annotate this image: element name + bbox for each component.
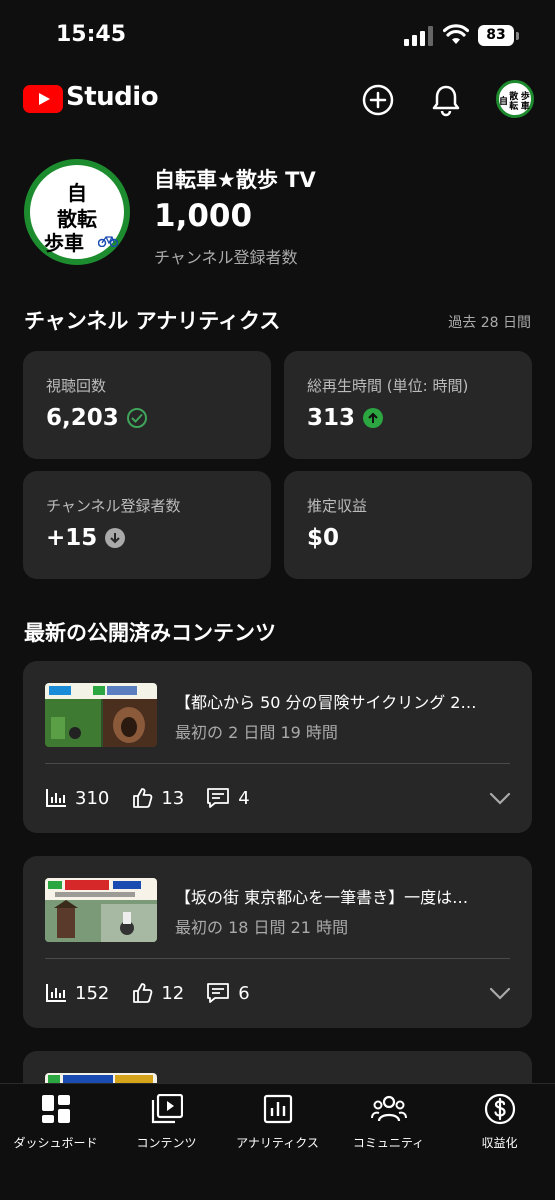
video-stats: 152 12 6 — [45, 982, 272, 1004]
channel-avatar[interactable]: 自 散転 歩車 — [24, 159, 130, 265]
nav-monetization-label: 収益化 — [481, 1136, 518, 1150]
video-title[interactable]: 【都心から 50 分の冒険サイクリング 2… — [175, 689, 515, 713]
views-label: 視聴回数 — [46, 377, 107, 395]
nav-dashboard[interactable]: ダッシュボード — [0, 1092, 111, 1151]
expand-button[interactable] — [486, 785, 514, 813]
chevron-down-icon — [489, 987, 511, 1000]
comment-icon — [207, 983, 230, 1003]
likes-stat: 12 — [131, 982, 184, 1004]
likes-stat: 13 — [131, 787, 184, 809]
nav-community[interactable]: コミュニティ — [333, 1092, 444, 1151]
revenue-card[interactable]: 推定収益 $0 — [284, 471, 532, 579]
check-icon — [126, 408, 147, 428]
monetization-icon — [484, 1093, 515, 1125]
bar-chart-icon — [46, 984, 66, 1002]
create-button[interactable] — [358, 80, 398, 120]
likes-count: 13 — [161, 787, 185, 809]
video-thumbnail[interactable] — [45, 683, 157, 747]
subscriber-label: チャンネル登録者数 — [154, 248, 298, 267]
watch-time-value-row: 313 — [307, 405, 384, 431]
nav-monetization[interactable]: 収益化 — [444, 1092, 555, 1151]
nav-analytics[interactable]: アナリティクス — [222, 1092, 333, 1151]
analytics-period: 過去 28 日間 — [448, 315, 531, 331]
arrow-down-icon — [105, 528, 126, 548]
content-icon — [151, 1094, 183, 1124]
watch-time-value: 313 — [307, 405, 356, 431]
views-stat: 152 — [45, 983, 109, 1004]
watch-time-label: 総再生時間 (単位: 時間) — [307, 377, 469, 395]
subscribers-card-label: チャンネル登録者数 — [46, 497, 181, 515]
comments-stat: 6 — [206, 982, 250, 1004]
dashboard-icon — [41, 1095, 70, 1123]
views-count: 310 — [75, 787, 110, 809]
nav-community-label: コミュニティ — [352, 1136, 425, 1150]
latest-content-title: 最新の公開済みコンテンツ — [24, 621, 276, 645]
video-period: 最初の 18 日間 21 時間 — [175, 918, 349, 937]
comments-count: 6 — [238, 982, 250, 1004]
channel-summary: 自 散転 歩車 自転車★散歩 TV 1,000 チャンネル登録者数 — [0, 150, 555, 280]
bottom-navigation: ダッシュボード コンテンツ アナリティクス コミュニティ 収益化 — [0, 1083, 555, 1200]
watch-time-card[interactable]: 総再生時間 (単位: 時間) 313 — [284, 351, 532, 459]
video-title[interactable]: 【坂の街 東京都心を一筆書き】一度は… — [175, 884, 515, 908]
video-period: 最初の 2 日間 19 時間 — [175, 723, 338, 742]
battery-indicator: 83 — [478, 25, 520, 46]
channel-name: 自転車★散歩 TV — [154, 168, 316, 192]
analytics-title: チャンネル アナリティクス — [24, 309, 281, 333]
comments-count: 4 — [238, 787, 250, 809]
nav-content[interactable]: コンテンツ — [111, 1092, 222, 1151]
subscribers-card[interactable]: チャンネル登録者数 +15 — [23, 471, 271, 579]
subscribers-value: +15 — [46, 525, 98, 551]
nav-analytics-label: アナリティクス — [236, 1136, 319, 1150]
video-card[interactable]: 【都心から 50 分の冒険サイクリング 2… 最初の 2 日間 19 時間 31… — [23, 661, 532, 833]
status-time: 15:45 — [56, 22, 127, 47]
likes-count: 12 — [161, 982, 185, 1004]
views-value: 6,203 — [46, 405, 119, 431]
bell-icon — [432, 85, 460, 117]
status-bar: 15:45 83 — [0, 0, 555, 70]
battery-tip — [516, 32, 519, 40]
channel-avatar-text-1: 自 — [67, 181, 87, 205]
revenue-label: 推定収益 — [307, 497, 368, 515]
app-header: Studio 自 散転 歩車 — [0, 72, 555, 128]
thumbs-up-icon — [133, 788, 153, 808]
channel-avatar-text-3: 歩車 — [44, 231, 84, 255]
studio-label[interactable]: Studio — [66, 82, 159, 112]
community-icon — [370, 1095, 407, 1122]
nav-dashboard-label: ダッシュボード — [13, 1136, 98, 1150]
divider — [45, 763, 510, 764]
views-stat: 310 — [45, 788, 109, 809]
comments-stat: 4 — [206, 787, 250, 809]
thumbs-up-icon — [133, 983, 153, 1003]
subscribers-value-row: +15 — [46, 525, 126, 551]
cellular-signal-icon — [404, 26, 433, 46]
subscriber-count: 1,000 — [154, 198, 253, 234]
video-thumbnail[interactable] — [45, 878, 157, 942]
youtube-logo-icon[interactable] — [23, 85, 63, 113]
revenue-value: $0 — [307, 525, 340, 551]
arrow-up-icon — [363, 408, 384, 428]
views-count: 152 — [75, 982, 110, 1004]
bar-chart-icon — [46, 789, 66, 807]
avatar-text-3: 歩車 — [520, 92, 530, 112]
notifications-button[interactable] — [426, 80, 466, 120]
views-value-row: 6,203 — [46, 405, 147, 431]
divider — [45, 958, 510, 959]
create-plus-icon — [362, 84, 394, 116]
video-card[interactable]: 【坂の街 東京都心を一筆書き】一度は… 最初の 18 日間 21 時間 152 … — [23, 856, 532, 1028]
chevron-down-icon — [489, 792, 511, 805]
account-avatar[interactable]: 自 散転 歩車 — [496, 80, 534, 118]
battery-level: 83 — [478, 25, 514, 46]
comment-icon — [207, 788, 230, 808]
avatar-text-1: 自 — [499, 97, 509, 107]
video-stats: 310 13 4 — [45, 787, 272, 809]
expand-button[interactable] — [486, 980, 514, 1008]
revenue-value-row: $0 — [307, 525, 339, 551]
wifi-icon — [443, 24, 469, 44]
nav-content-label: コンテンツ — [136, 1136, 197, 1150]
views-card[interactable]: 視聴回数 6,203 — [23, 351, 271, 459]
analytics-icon — [263, 1094, 292, 1124]
bicycle-icon — [98, 236, 118, 247]
avatar-text-2: 散転 — [509, 92, 519, 112]
